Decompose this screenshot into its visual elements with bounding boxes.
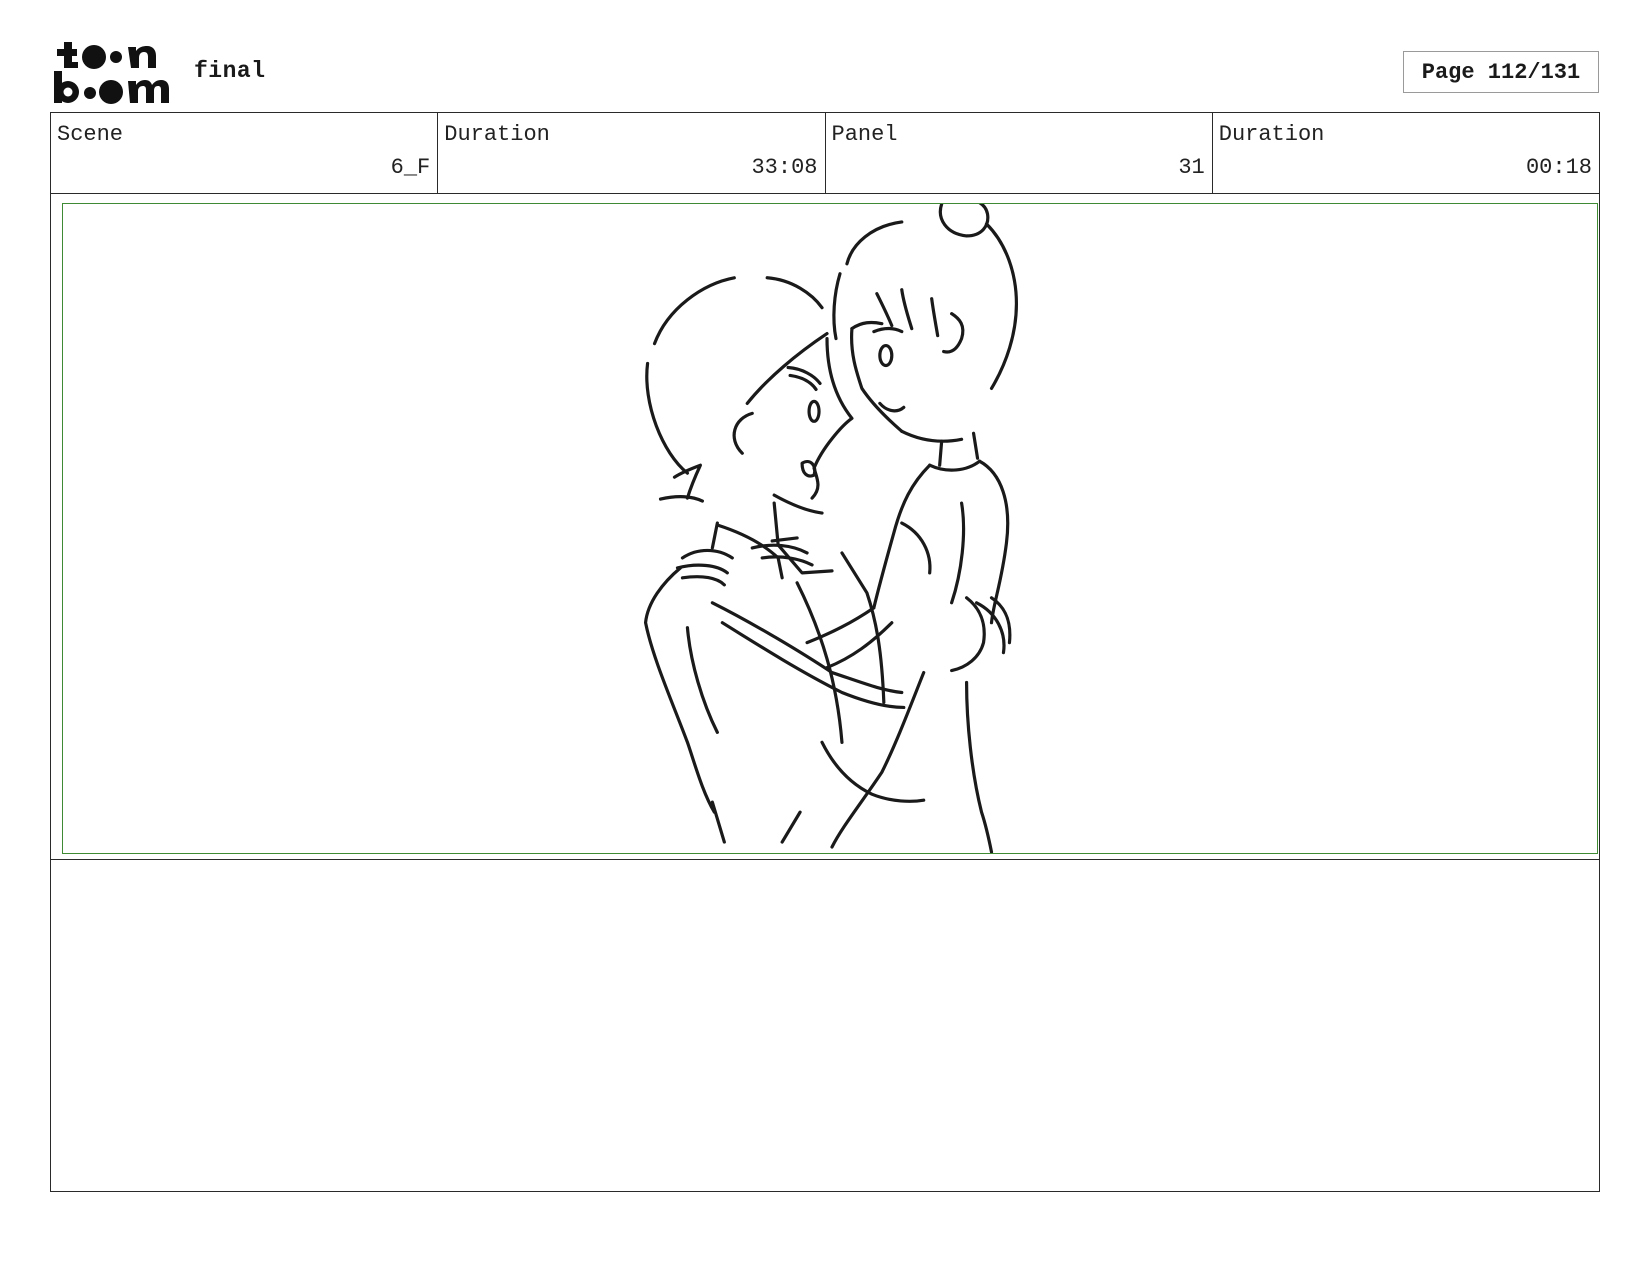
boy-hair-top xyxy=(652,276,736,346)
boy-lower-curve xyxy=(820,740,926,803)
girl-left-shoulder xyxy=(872,463,932,610)
girl-eyebrow xyxy=(872,327,904,334)
boy-hand-3 xyxy=(680,575,726,587)
page-indicator-label: Page 112/131 xyxy=(1421,59,1581,85)
boy-hair-back xyxy=(645,361,690,475)
boy-ear-bottom xyxy=(658,495,704,503)
boy-eye xyxy=(807,399,821,423)
boy-ear xyxy=(672,463,702,500)
girl-collar xyxy=(928,459,982,472)
panel-cell: Panel 31 xyxy=(826,113,1213,193)
girl-eye xyxy=(878,343,894,368)
girl-bang-2 xyxy=(875,292,894,328)
girl-smile xyxy=(878,401,906,413)
boy-neck-right xyxy=(772,501,780,547)
girl-hair-bun xyxy=(938,204,990,238)
boy-hair-right xyxy=(765,276,824,310)
scene-cell: Scene 6_F xyxy=(51,113,439,193)
toonboom-logo xyxy=(52,38,174,108)
scene-duration-label: Duration xyxy=(444,122,550,147)
girl-skirt-left xyxy=(830,670,926,849)
boy-right-side xyxy=(840,551,886,705)
girl-neck-left xyxy=(938,439,944,467)
boy-cheek-curve xyxy=(732,411,754,455)
girl-bang-1 xyxy=(850,320,884,331)
scene-duration-value: 33:08 xyxy=(751,155,818,180)
girl-jaw xyxy=(900,429,964,443)
page-indicator: Page 112/131 xyxy=(1403,51,1599,93)
girl-hair-front xyxy=(832,272,842,341)
boy-fingers-waist xyxy=(974,601,1006,655)
panel-value: 31 xyxy=(1178,155,1205,180)
panel-duration-value: 00:18 xyxy=(1525,155,1592,180)
boy-lower-left xyxy=(710,800,726,844)
scene-duration-cell: Duration 33:08 xyxy=(438,113,826,193)
document-title: final xyxy=(194,58,266,84)
boy-jaw xyxy=(772,493,824,515)
girl-dress-side xyxy=(950,501,966,605)
boy-left-shoulder xyxy=(643,566,716,814)
scene-label: Scene xyxy=(57,122,124,147)
boy-lower-mid xyxy=(780,810,802,844)
girl-ear xyxy=(942,312,965,354)
girl-hair-back xyxy=(984,222,1019,391)
girl-hair-top-left xyxy=(845,220,904,266)
boy-hand-2 xyxy=(675,563,729,575)
toonboom-logo-graphic xyxy=(54,42,169,104)
girl-skirt-right xyxy=(964,680,994,853)
boy-hand-on-waist xyxy=(950,596,986,673)
boy-collar-left xyxy=(715,523,784,580)
girl-bang-3 xyxy=(900,288,914,331)
boy-arm-inner xyxy=(685,626,719,734)
panel-image-area xyxy=(62,203,1598,854)
girl-hand-2 xyxy=(760,555,814,567)
girl-sleeve xyxy=(900,521,932,575)
panel-duration-cell: Duration 00:18 xyxy=(1213,113,1599,193)
panel-notes-area xyxy=(50,859,1600,1192)
girl-bang-4 xyxy=(930,297,940,338)
girl-face-profile xyxy=(849,327,904,433)
girl-fingers xyxy=(770,536,799,543)
boy-neck-left xyxy=(710,521,719,550)
panel-info-row: Scene 6_F Duration 33:08 Panel 31 Durati… xyxy=(50,112,1600,194)
girl-neck-right xyxy=(971,431,980,460)
scene-value: 6_F xyxy=(390,155,431,180)
storyboard-sketch xyxy=(643,204,1019,853)
boy-hand-1 xyxy=(680,548,734,560)
panel-label: Panel xyxy=(831,122,898,147)
panel-duration-label: Duration xyxy=(1218,122,1325,147)
